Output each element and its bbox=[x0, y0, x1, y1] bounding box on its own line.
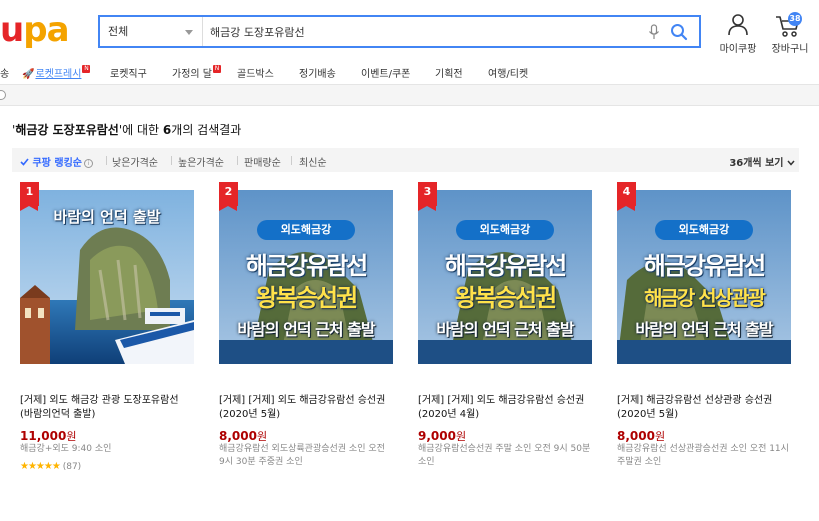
mycoupang-label: 마이쿠팡 bbox=[719, 44, 757, 55]
sort-newest[interactable]: 최신순 bbox=[299, 154, 327, 169]
info-icon[interactable]: i bbox=[83, 159, 93, 168]
category-select[interactable]: 전체 bbox=[100, 17, 203, 46]
product-thumbnail[interactable]: 외도해금강 해금강유람선 왕복승선권 바람의 언덕 근처 출발 bbox=[219, 190, 393, 364]
divider bbox=[171, 156, 172, 165]
sort-label: 쿠팡 랭킹순 bbox=[32, 158, 82, 169]
sort-highest-price[interactable]: 높은가격순 bbox=[178, 154, 224, 169]
product-image-subheadline: 왕복승선권 bbox=[255, 284, 358, 312]
star-rating-icon: ★★★★★ bbox=[20, 461, 61, 472]
rank-badge: 1 bbox=[20, 182, 39, 211]
rank-badge: 4 bbox=[617, 182, 636, 211]
product-price: 8,000원 bbox=[219, 428, 267, 444]
product-option: 해금강유람선승선권 주말 소인 오전 9시 50분 소인 bbox=[418, 444, 591, 467]
search-input[interactable] bbox=[204, 17, 634, 46]
product-image-subheadline: 해금강 선상관광 bbox=[617, 282, 791, 311]
product-image-footer: 바람의 언덕 근처 출발 bbox=[635, 320, 773, 339]
search-icon[interactable] bbox=[669, 22, 689, 42]
nav-item-travel[interactable]: 여행/티켓 bbox=[488, 65, 528, 80]
nav-item-family-month[interactable]: 가정의 달N bbox=[172, 65, 221, 80]
product-rating: ★★★★★ (87) bbox=[20, 461, 81, 472]
nav-item-partial[interactable]: 송 bbox=[0, 65, 9, 80]
sub-bar bbox=[0, 84, 819, 106]
user-icon bbox=[728, 14, 748, 36]
price-currency: 원 bbox=[654, 430, 666, 443]
per-page-select[interactable]: 36개씩 보기 bbox=[729, 154, 795, 169]
product-image-pill: 외도해금강 bbox=[655, 220, 753, 240]
nav-item-subscription[interactable]: 정기배송 bbox=[299, 65, 336, 80]
review-count: (87) bbox=[62, 462, 82, 472]
divider bbox=[291, 156, 292, 165]
header: upang 전체 마이쿠팡 38 bbox=[0, 0, 819, 58]
product-image-caption: 바람의 언덕 출발 bbox=[53, 208, 161, 226]
result-middle: '에 대한 bbox=[118, 123, 163, 137]
nav-item-rocket-jikgu[interactable]: 로켓직구 bbox=[110, 65, 147, 80]
rank-badge: 3 bbox=[418, 182, 437, 211]
product-image-headline: 해금강유람선 bbox=[643, 252, 766, 280]
rank-badge: 2 bbox=[219, 182, 238, 211]
price-currency: 원 bbox=[256, 430, 268, 443]
product-image-headline: 해금강유람선 bbox=[245, 252, 368, 280]
cart-count-badge: 38 bbox=[788, 12, 802, 26]
product-option: 해금강유람선 외도상륙관광승선권 소인 오전 9시 30분 주중권 소인 bbox=[219, 444, 385, 467]
search-bar: 전체 bbox=[98, 15, 701, 48]
product-thumbnail[interactable]: 외도해금강 해금강유람선 왕복승선권 바람의 언덕 근처 출발 bbox=[418, 190, 592, 364]
product-image-headline: 해금강유람선 bbox=[444, 252, 567, 280]
product-price: 11,000원 bbox=[20, 428, 76, 444]
price-value: 8,000 bbox=[219, 429, 257, 443]
divider bbox=[106, 156, 107, 165]
microphone-icon[interactable] bbox=[648, 24, 660, 40]
new-badge: N bbox=[212, 65, 221, 73]
price-value: 8,000 bbox=[617, 429, 655, 443]
product-option: 해금강+외도 9:40 소인 bbox=[20, 444, 112, 454]
sidebar-toggle[interactable] bbox=[0, 90, 6, 100]
sort-coupang-ranking[interactable]: 쿠팡 랭킹순 i bbox=[20, 154, 93, 169]
product-name[interactable]: [거제] [거제] 외도 해금강유람선 승선권(2020년 5월) bbox=[219, 394, 393, 422]
mycoupang-button[interactable]: 마이쿠팡 bbox=[716, 12, 760, 55]
product-image-pill: 외도해금강 bbox=[257, 220, 355, 240]
chevron-down-icon bbox=[185, 30, 193, 35]
cart-button[interactable]: 38 장바구니 bbox=[766, 12, 814, 55]
price-value: 9,000 bbox=[418, 429, 456, 443]
sort-sales[interactable]: 판매량순 bbox=[244, 154, 281, 169]
product-name[interactable]: [거제] 해금강유람선 선상관광 승선권(2020년 5월) bbox=[617, 394, 791, 422]
cart-label: 장바구니 bbox=[771, 44, 809, 55]
product-image-subheadline: 왕복승선권 bbox=[454, 284, 557, 312]
category-nav: 송 🚀로켓프레시N 로켓직구 가정의 달N 골드박스 정기배송 이벤트/쿠폰 기… bbox=[0, 60, 819, 84]
sort-lowest-price[interactable]: 낮은가격순 bbox=[112, 154, 158, 169]
nav-item-label: 로켓프레시 bbox=[35, 69, 82, 80]
product-thumbnail[interactable]: 바람의 언덕 출발 bbox=[20, 190, 194, 364]
result-suffix: 개의 검색결과 bbox=[171, 123, 242, 137]
product-image-pill: 외도해금강 bbox=[456, 220, 554, 240]
product-price: 8,000원 bbox=[617, 428, 665, 444]
per-page-label: 36개씩 보기 bbox=[729, 158, 784, 169]
nav-item-label: 가정의 달 bbox=[172, 69, 212, 80]
nav-item-goldbox[interactable]: 골드박스 bbox=[237, 65, 274, 80]
product-price: 9,000원 bbox=[418, 428, 466, 444]
coupang-logo[interactable]: upang bbox=[0, 10, 90, 50]
rocket-icon: 🚀 bbox=[22, 69, 35, 80]
product-image-subheadline-text: 해금강 선상관광 bbox=[644, 286, 766, 310]
checkmark-icon bbox=[20, 158, 29, 166]
price-currency: 원 bbox=[455, 430, 467, 443]
product-name[interactable]: [거제] [거제] 외도 해금강유람선 승선권(2020년 4월) bbox=[418, 394, 592, 422]
divider bbox=[237, 156, 238, 165]
product-image-footer: 바람의 언덕 근처 출발 bbox=[436, 320, 574, 339]
product-thumbnail[interactable]: 외도해금강 해금강유람선 해금강 선상관광 바람의 언덕 근처 출발 bbox=[617, 190, 791, 364]
result-keyword: 해금강 도장포유람선 bbox=[15, 123, 119, 137]
product-option: 해금강유람선 선상관광승선권 소인 오전 11시 주말권 소인 bbox=[617, 444, 789, 467]
chevron-down-icon bbox=[787, 160, 795, 166]
nav-item-events[interactable]: 이벤트/쿠폰 bbox=[361, 65, 410, 80]
nav-item-rocket-fresh[interactable]: 🚀로켓프레시N bbox=[22, 65, 91, 80]
category-select-value: 전체 bbox=[108, 25, 129, 38]
price-currency: 원 bbox=[66, 430, 77, 443]
price-value: 11,000 bbox=[20, 429, 67, 443]
nav-item-exhibitions[interactable]: 기획전 bbox=[435, 65, 463, 80]
product-image-footer: 바람의 언덕 근처 출발 bbox=[237, 320, 375, 339]
product-name[interactable]: [거제] 외도 해금강 관광 도장포유람선 (바람의언덕 출발) bbox=[20, 394, 194, 422]
new-badge: N bbox=[82, 65, 91, 73]
search-result-title: '해금강 도장포유람선'에 대한 6개의 검색결과 bbox=[12, 121, 241, 138]
sort-bar: 쿠팡 랭킹순 i 낮은가격순 높은가격순 판매량순 최신순 36개씩 보기 bbox=[12, 148, 799, 172]
